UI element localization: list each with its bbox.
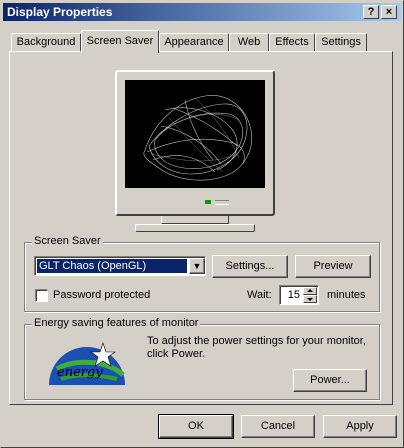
- energy-group-label: Energy saving features of monitor: [32, 317, 201, 329]
- password-checkbox[interactable]: [35, 289, 48, 302]
- wait-spin-down[interactable]: [303, 295, 317, 303]
- wait-spin-up[interactable]: [303, 287, 317, 295]
- energy-star-logo: energy: [47, 339, 127, 387]
- dropdown-arrow-button[interactable]: ▼: [189, 258, 205, 274]
- monitor-screen: [125, 80, 265, 188]
- settings-button[interactable]: Settings...: [212, 255, 288, 278]
- wait-input[interactable]: 15: [279, 285, 319, 305]
- tab-background[interactable]: Background: [11, 33, 81, 51]
- wait-label: Wait:: [247, 289, 272, 301]
- chaos-preview-image: [143, 95, 253, 181]
- tab-screen-saver[interactable]: Screen Saver: [81, 30, 159, 53]
- screensaver-selected-value: GLT Chaos (OpenGL): [36, 258, 188, 274]
- spin-up-icon: [307, 289, 313, 292]
- minutes-label: minutes: [327, 289, 366, 301]
- ok-button[interactable]: OK: [158, 414, 234, 439]
- spin-down-icon: [307, 298, 313, 301]
- monitor-bezel: [115, 70, 275, 216]
- energy-logo-text: energy: [57, 365, 103, 380]
- display-properties-window: Display Properties ? × Background Screen…: [0, 0, 404, 448]
- energy-group: Energy saving features of monitor energy…: [24, 317, 380, 400]
- screensaver-selected-text: GLT Chaos (OpenGL): [39, 260, 147, 272]
- help-button[interactable]: ?: [363, 5, 379, 19]
- monitor-button: [215, 200, 229, 205]
- screen-saver-group: Screen Saver GLT Chaos (OpenGL) ▼ Settin…: [24, 235, 380, 312]
- tab-appearance[interactable]: Appearance: [159, 33, 229, 51]
- screensaver-select[interactable]: GLT Chaos (OpenGL) ▼: [34, 256, 206, 276]
- password-label: Password protected: [53, 289, 151, 301]
- close-button[interactable]: ×: [381, 5, 397, 19]
- energy-description: To adjust the power settings for your mo…: [147, 335, 366, 360]
- monitor-preview: [115, 70, 275, 240]
- cancel-button[interactable]: Cancel: [241, 415, 315, 438]
- tab-panel: Screen Saver GLT Chaos (OpenGL) ▼ Settin…: [9, 51, 393, 405]
- apply-button[interactable]: Apply: [323, 415, 397, 438]
- power-button[interactable]: Power...: [293, 369, 367, 392]
- energy-star-icon: energy: [49, 342, 125, 385]
- title-bar[interactable]: Display Properties ? ×: [3, 3, 401, 21]
- monitor-base: [135, 224, 255, 232]
- tab-web[interactable]: Web: [229, 33, 269, 51]
- tab-effects[interactable]: Effects: [269, 33, 315, 51]
- tab-settings[interactable]: Settings: [315, 33, 367, 51]
- screen-saver-group-label: Screen Saver: [32, 235, 103, 247]
- window-title: Display Properties: [7, 5, 113, 19]
- chevron-down-icon: ▼: [192, 261, 202, 271]
- monitor-power-led: [205, 200, 211, 204]
- preview-button[interactable]: Preview: [295, 255, 371, 278]
- wait-value: 15: [287, 289, 300, 301]
- monitor-neck: [161, 216, 229, 224]
